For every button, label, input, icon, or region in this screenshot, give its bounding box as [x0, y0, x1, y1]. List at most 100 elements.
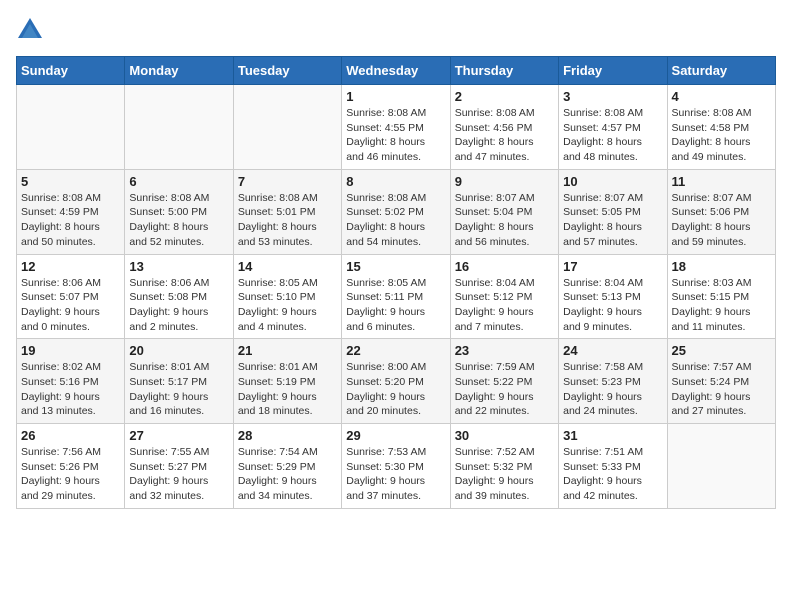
day-number: 27: [129, 428, 228, 443]
day-info: Sunrise: 8:08 AM Sunset: 5:01 PM Dayligh…: [238, 191, 337, 250]
week-row-5: 26Sunrise: 7:56 AM Sunset: 5:26 PM Dayli…: [17, 424, 776, 509]
calendar-cell: 29 Sunrise: 7:53 AM Sunset: 5:30 PM Dayli…: [342, 424, 450, 509]
header-row: SundayMondayTuesdayWednesdayThursdayFrid…: [17, 57, 776, 85]
calendar-cell: 27 Sunrise: 7:55 AM Sunset: 5:27 PM Dayli…: [125, 424, 233, 509]
day-number: 28: [238, 428, 337, 443]
day-info: Sunrise: 7:53 AM Sunset: 5:30 PM Dayligh…: [346, 445, 445, 504]
day-header-friday: Friday: [559, 57, 667, 85]
logo-icon: [16, 16, 44, 44]
calendar-cell: 28Sunrise: 7:54 AM Sunset: 5:29 PM Dayli…: [233, 424, 341, 509]
day-info: Sunrise: 8:08 AM Sunset: 4:57 PM Dayligh…: [563, 106, 662, 165]
calendar-cell: 21 Sunrise: 8:01 AM Sunset: 5:19 PM Dayli…: [233, 339, 341, 424]
day-number: 12: [21, 259, 120, 274]
day-number: 9: [455, 174, 554, 189]
day-number: 16: [455, 259, 554, 274]
calendar-cell: [17, 85, 125, 170]
day-header-sunday: Sunday: [17, 57, 125, 85]
day-number: 3: [563, 89, 662, 104]
calendar-cell: 2 Sunrise: 8:08 AM Sunset: 4:56 PM Daylig…: [450, 85, 558, 170]
calendar-cell: 15 Sunrise: 8:05 AM Sunset: 5:11 PM Dayli…: [342, 254, 450, 339]
day-info: Sunrise: 7:52 AM Sunset: 5:32 PM Dayligh…: [455, 445, 554, 504]
calendar-cell: 22 Sunrise: 8:00 AM Sunset: 5:20 PM Dayli…: [342, 339, 450, 424]
calendar-cell: 26Sunrise: 7:56 AM Sunset: 5:26 PM Dayli…: [17, 424, 125, 509]
day-number: 18: [672, 259, 771, 274]
calendar-cell: 14Sunrise: 8:05 AM Sunset: 5:10 PM Dayli…: [233, 254, 341, 339]
calendar-cell: 30 Sunrise: 7:52 AM Sunset: 5:32 PM Dayli…: [450, 424, 558, 509]
day-number: 30: [455, 428, 554, 443]
day-info: Sunrise: 8:08 AM Sunset: 5:00 PM Dayligh…: [129, 191, 228, 250]
calendar-cell: 4Sunrise: 8:08 AM Sunset: 4:58 PM Daylig…: [667, 85, 775, 170]
day-info: Sunrise: 8:04 AM Sunset: 5:12 PM Dayligh…: [455, 276, 554, 335]
calendar-cell: 31 Sunrise: 7:51 AM Sunset: 5:33 PM Dayli…: [559, 424, 667, 509]
day-number: 11: [672, 174, 771, 189]
day-info: Sunrise: 8:01 AM Sunset: 5:17 PM Dayligh…: [129, 360, 228, 419]
day-info: Sunrise: 8:07 AM Sunset: 5:05 PM Dayligh…: [563, 191, 662, 250]
day-info: Sunrise: 8:05 AM Sunset: 5:10 PM Dayligh…: [238, 276, 337, 335]
day-header-saturday: Saturday: [667, 57, 775, 85]
day-info: Sunrise: 8:08 AM Sunset: 4:56 PM Dayligh…: [455, 106, 554, 165]
day-info: Sunrise: 8:08 AM Sunset: 4:55 PM Dayligh…: [346, 106, 445, 165]
day-number: 31: [563, 428, 662, 443]
calendar-cell: 9 Sunrise: 8:07 AM Sunset: 5:04 PM Daylig…: [450, 169, 558, 254]
day-info: Sunrise: 8:05 AM Sunset: 5:11 PM Dayligh…: [346, 276, 445, 335]
day-header-wednesday: Wednesday: [342, 57, 450, 85]
calendar-cell: 18 Sunrise: 8:03 AM Sunset: 5:15 PM Dayli…: [667, 254, 775, 339]
calendar-cell: 16 Sunrise: 8:04 AM Sunset: 5:12 PM Dayli…: [450, 254, 558, 339]
calendar-cell: 10Sunrise: 8:07 AM Sunset: 5:05 PM Dayli…: [559, 169, 667, 254]
day-header-tuesday: Tuesday: [233, 57, 341, 85]
day-info: Sunrise: 7:56 AM Sunset: 5:26 PM Dayligh…: [21, 445, 120, 504]
day-info: Sunrise: 8:07 AM Sunset: 5:04 PM Dayligh…: [455, 191, 554, 250]
day-number: 15: [346, 259, 445, 274]
day-info: Sunrise: 7:58 AM Sunset: 5:23 PM Dayligh…: [563, 360, 662, 419]
day-number: 4: [672, 89, 771, 104]
day-number: 24: [563, 343, 662, 358]
calendar-cell: 3 Sunrise: 8:08 AM Sunset: 4:57 PM Daylig…: [559, 85, 667, 170]
calendar-cell: 8Sunrise: 8:08 AM Sunset: 5:02 PM Daylig…: [342, 169, 450, 254]
calendar-cell: 1Sunrise: 8:08 AM Sunset: 4:55 PM Daylig…: [342, 85, 450, 170]
calendar-cell: 7 Sunrise: 8:08 AM Sunset: 5:01 PM Daylig…: [233, 169, 341, 254]
day-number: 20: [129, 343, 228, 358]
day-number: 13: [129, 259, 228, 274]
day-number: 23: [455, 343, 554, 358]
week-row-3: 12 Sunrise: 8:06 AM Sunset: 5:07 PM Dayli…: [17, 254, 776, 339]
day-number: 6: [129, 174, 228, 189]
day-number: 22: [346, 343, 445, 358]
day-number: 25: [672, 343, 771, 358]
calendar-cell: 13 Sunrise: 8:06 AM Sunset: 5:08 PM Dayli…: [125, 254, 233, 339]
day-info: Sunrise: 8:07 AM Sunset: 5:06 PM Dayligh…: [672, 191, 771, 250]
day-info: Sunrise: 7:55 AM Sunset: 5:27 PM Dayligh…: [129, 445, 228, 504]
day-number: 2: [455, 89, 554, 104]
calendar-cell: 24 Sunrise: 7:58 AM Sunset: 5:23 PM Dayli…: [559, 339, 667, 424]
day-info: Sunrise: 8:08 AM Sunset: 4:59 PM Dayligh…: [21, 191, 120, 250]
calendar-cell: [125, 85, 233, 170]
calendar-cell: 12 Sunrise: 8:06 AM Sunset: 5:07 PM Dayli…: [17, 254, 125, 339]
calendar-cell: [233, 85, 341, 170]
calendar-cell: [667, 424, 775, 509]
week-row-1: 1Sunrise: 8:08 AM Sunset: 4:55 PM Daylig…: [17, 85, 776, 170]
day-number: 19: [21, 343, 120, 358]
day-number: 7: [238, 174, 337, 189]
day-info: Sunrise: 8:02 AM Sunset: 5:16 PM Dayligh…: [21, 360, 120, 419]
day-number: 21: [238, 343, 337, 358]
calendar-cell: 11 Sunrise: 8:07 AM Sunset: 5:06 PM Dayli…: [667, 169, 775, 254]
day-number: 17: [563, 259, 662, 274]
day-header-thursday: Thursday: [450, 57, 558, 85]
calendar-table: SundayMondayTuesdayWednesdayThursdayFrid…: [16, 56, 776, 509]
page-header: [16, 16, 776, 44]
logo: [16, 16, 50, 44]
day-info: Sunrise: 8:04 AM Sunset: 5:13 PM Dayligh…: [563, 276, 662, 335]
calendar-cell: 19 Sunrise: 8:02 AM Sunset: 5:16 PM Dayli…: [17, 339, 125, 424]
day-info: Sunrise: 8:06 AM Sunset: 5:08 PM Dayligh…: [129, 276, 228, 335]
calendar-cell: 5 Sunrise: 8:08 AM Sunset: 4:59 PM Daylig…: [17, 169, 125, 254]
calendar-cell: 6 Sunrise: 8:08 AM Sunset: 5:00 PM Daylig…: [125, 169, 233, 254]
day-info: Sunrise: 7:59 AM Sunset: 5:22 PM Dayligh…: [455, 360, 554, 419]
day-info: Sunrise: 8:03 AM Sunset: 5:15 PM Dayligh…: [672, 276, 771, 335]
day-info: Sunrise: 8:00 AM Sunset: 5:20 PM Dayligh…: [346, 360, 445, 419]
day-number: 5: [21, 174, 120, 189]
week-row-2: 5 Sunrise: 8:08 AM Sunset: 4:59 PM Daylig…: [17, 169, 776, 254]
day-info: Sunrise: 8:06 AM Sunset: 5:07 PM Dayligh…: [21, 276, 120, 335]
day-info: Sunrise: 8:01 AM Sunset: 5:19 PM Dayligh…: [238, 360, 337, 419]
day-info: Sunrise: 7:51 AM Sunset: 5:33 PM Dayligh…: [563, 445, 662, 504]
week-row-4: 19 Sunrise: 8:02 AM Sunset: 5:16 PM Dayli…: [17, 339, 776, 424]
day-number: 29: [346, 428, 445, 443]
